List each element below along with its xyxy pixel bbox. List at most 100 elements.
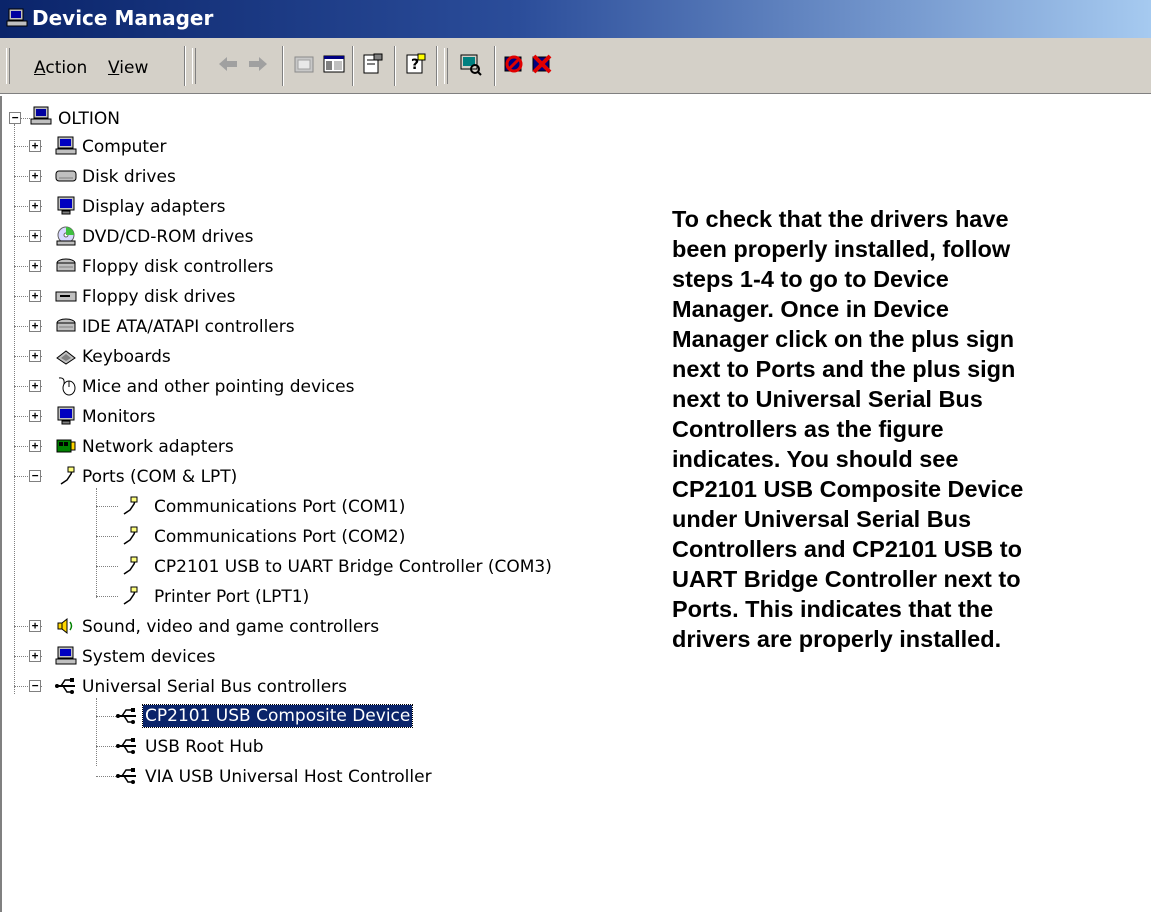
tree-item-label: Printer Port (LPT1): [154, 587, 310, 607]
instruction-line: Controllers as the figure: [672, 416, 944, 442]
help-icon[interactable]: ?: [404, 52, 428, 76]
instructions-text: To check that the drivers have been prop…: [672, 204, 1142, 654]
tree-item-label: Mice and other pointing devices: [82, 377, 355, 397]
usb-icon: [116, 706, 138, 726]
tree-connector: [21, 118, 30, 119]
instruction-line: Controllers and CP2101 USB to: [672, 536, 1022, 562]
tree-item-label: Keyboards: [82, 347, 171, 367]
tree-connector: [96, 536, 118, 537]
menu-action-label: ction: [45, 58, 88, 78]
tree-item-label: DVD/CD-ROM drives: [82, 227, 254, 247]
expand-button[interactable]: +: [29, 650, 41, 662]
disable-device-icon[interactable]: [502, 52, 526, 76]
expand-button[interactable]: +: [29, 200, 41, 212]
tree-item-label: IDE ATA/ATAPI controllers: [82, 317, 295, 337]
tree-item-label: System devices: [82, 647, 216, 667]
tree-root-label[interactable]: OLTION: [58, 108, 120, 130]
tree-connector: [96, 716, 116, 717]
expand-button[interactable]: +: [29, 440, 41, 452]
toolbar-divider: [0, 93, 1151, 94]
network-adapter-icon: [55, 436, 77, 456]
instruction-line: Manager click on the plus sign: [672, 326, 1015, 352]
instruction-line: been properly installed, follow: [672, 236, 1011, 262]
toolbar-separator: [352, 46, 354, 86]
port-icon: [118, 556, 140, 576]
expand-button[interactable]: +: [29, 170, 41, 182]
display-adapter-icon: [55, 196, 77, 216]
sound-icon: [55, 616, 77, 636]
port-icon: [118, 496, 140, 516]
tree-item-label: CP2101 USB to UART Bridge Controller (CO…: [154, 557, 552, 577]
properties-icon[interactable]: [360, 52, 384, 76]
expand-button[interactable]: +: [29, 350, 41, 362]
tree-item-label: Communications Port (COM2): [154, 527, 406, 547]
forward-icon[interactable]: [246, 52, 270, 76]
expand-button[interactable]: +: [29, 290, 41, 302]
disk-drive-icon: [55, 166, 77, 186]
device-manager-icon: [6, 8, 28, 28]
tree-connector: [96, 698, 97, 766]
computer-icon: [55, 136, 77, 156]
instruction-line: Ports. This indicates that the: [672, 596, 994, 622]
port-icon: [118, 526, 140, 546]
usb-icon: [55, 676, 77, 696]
port-icon: [55, 466, 77, 486]
tree-connector: [14, 124, 15, 694]
usb-icon: [116, 766, 138, 786]
tree-item-label: VIA USB Universal Host Controller: [145, 767, 432, 787]
tree-item-label: USB Root Hub: [145, 737, 264, 757]
tree-item-label: Ports (COM & LPT): [82, 467, 238, 487]
toolbar-grip[interactable]: [6, 48, 10, 84]
toolbar-grip[interactable]: [192, 48, 196, 84]
title-bar: Device Manager: [0, 0, 1151, 38]
scan-hardware-icon[interactable]: [458, 52, 482, 76]
collapse-root-button[interactable]: −: [9, 112, 21, 124]
tree-connector: [96, 506, 118, 507]
tree-connector: [96, 746, 116, 747]
uninstall-device-icon[interactable]: [530, 52, 554, 76]
ide-controller-icon: [55, 316, 77, 336]
port-icon: [118, 586, 140, 606]
expand-button[interactable]: +: [29, 260, 41, 272]
expand-button[interactable]: +: [29, 320, 41, 332]
menu-action[interactable]: Action: [34, 58, 87, 78]
mouse-icon: [55, 376, 77, 396]
tree-item-label-selected: CP2101 USB Composite Device: [141, 704, 414, 728]
tree-item-label: Sound, video and game controllers: [82, 617, 380, 637]
tree-item-label: Floppy disk drives: [82, 287, 236, 307]
tree-item-label: Disk drives: [82, 167, 176, 187]
back-icon[interactable]: [216, 52, 240, 76]
up-icon[interactable]: [292, 52, 316, 76]
toolbar-separator: [494, 46, 496, 86]
window-title: Device Manager: [32, 6, 214, 30]
tree-item-label: Display adapters: [82, 197, 226, 217]
tree-item-label: Communications Port (COM1): [154, 497, 406, 517]
expand-button[interactable]: +: [29, 380, 41, 392]
menu-view-label: iew: [119, 58, 149, 78]
tree-item-label: Computer: [82, 137, 167, 157]
expand-button[interactable]: +: [29, 140, 41, 152]
instruction-line: drivers are properly installed.: [672, 626, 1002, 652]
toolbar-separator: [436, 46, 438, 86]
expand-button[interactable]: +: [29, 230, 41, 242]
tree-connector: [96, 776, 116, 777]
floppy-controller-icon: [55, 256, 77, 276]
toolbar-separator: [394, 46, 396, 86]
tree-connector: [96, 488, 97, 598]
collapse-button[interactable]: −: [29, 680, 41, 692]
collapse-button[interactable]: −: [29, 470, 41, 482]
instruction-line: CP2101 USB Composite Device: [672, 476, 1024, 502]
menu-view[interactable]: View: [108, 58, 148, 78]
expand-button[interactable]: +: [29, 410, 41, 422]
usb-icon: [116, 736, 138, 756]
instruction-line: Manager. Once in Device: [672, 296, 949, 322]
tree-item-label: Monitors: [82, 407, 156, 427]
toolbar: Action View ?: [0, 38, 1151, 94]
toolbar-grip[interactable]: [444, 48, 448, 84]
tree-item-label: Universal Serial Bus controllers: [82, 677, 348, 697]
show-hide-tree-icon[interactable]: [322, 52, 346, 76]
expand-button[interactable]: +: [29, 620, 41, 632]
tree-connector: [96, 596, 118, 597]
instruction-line: To check that the drivers have: [672, 206, 1009, 232]
keyboard-icon: [55, 346, 77, 366]
